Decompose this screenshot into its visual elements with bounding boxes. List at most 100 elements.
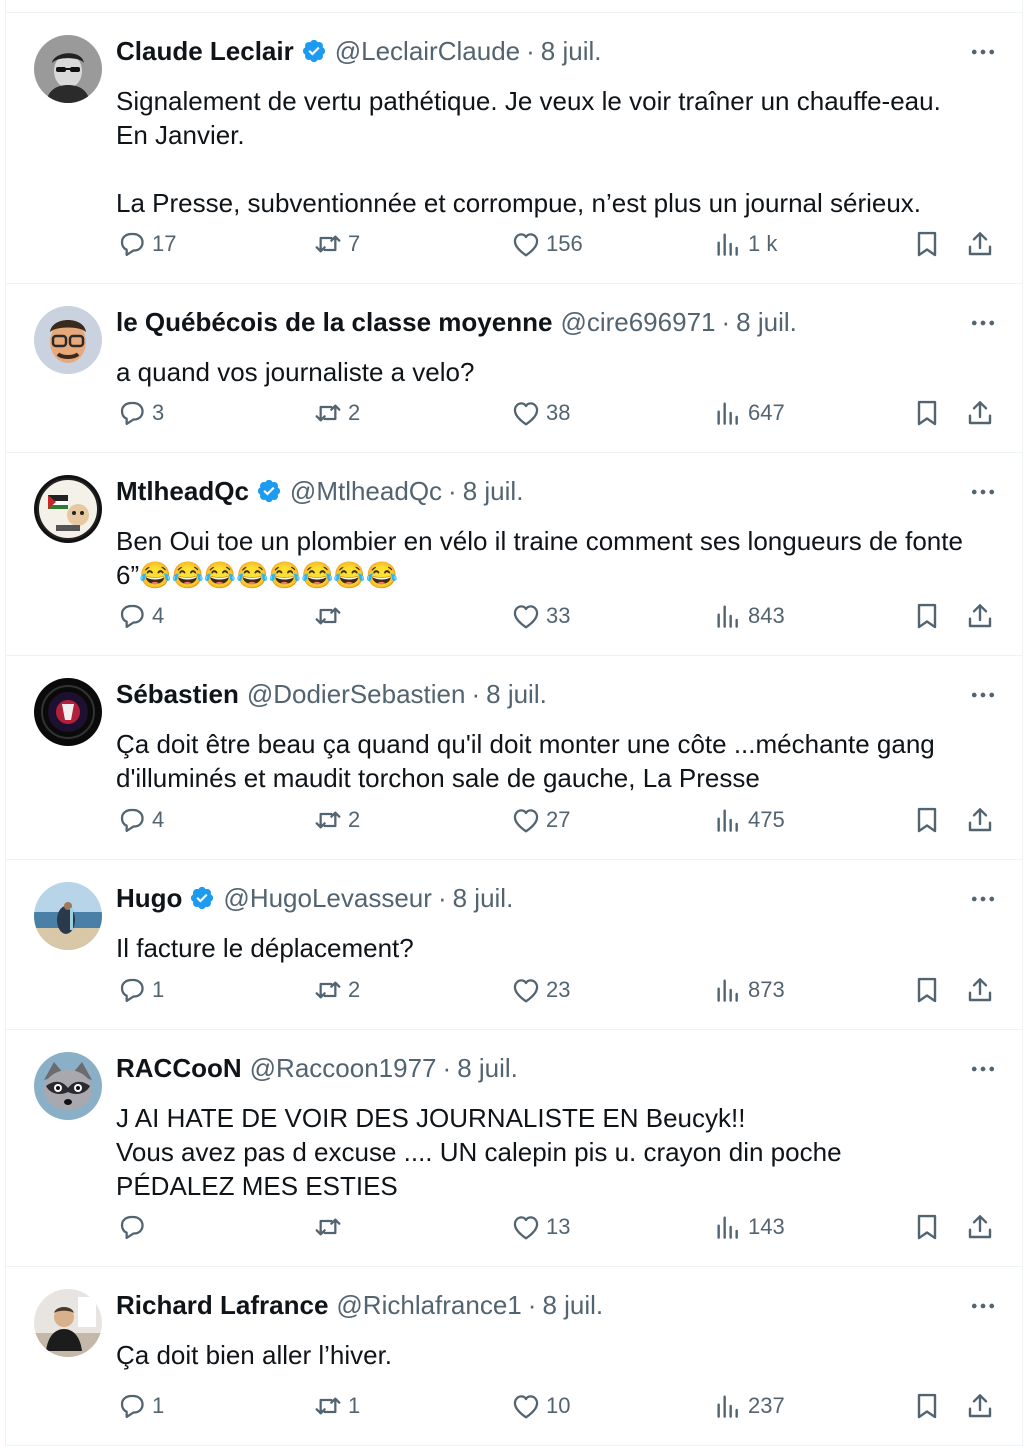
author-handle[interactable]: @MtlheadQc (290, 476, 442, 507)
tweet-date[interactable]: 8 juil. (541, 36, 602, 67)
share-button[interactable] (964, 1386, 996, 1426)
like-count: 10 (546, 1393, 571, 1418)
tweet-text: Ça doit être beau ça quand qu'il doit mo… (116, 727, 992, 795)
reply-button[interactable]: 4 (116, 800, 164, 840)
views-button[interactable]: 475 (712, 800, 785, 840)
tweet[interactable]: Richard Lafrance @Richlafrance1 · 8 juil. Ça… (6, 1267, 1022, 1446)
more-icon[interactable] (966, 35, 1000, 69)
reply-button[interactable]: 1 (116, 1386, 164, 1426)
retweet-button[interactable]: 2 (312, 393, 360, 433)
bookmark-button[interactable] (911, 596, 943, 636)
tweet-date[interactable]: 8 juil. (453, 883, 514, 914)
reply-button[interactable]: 1 (116, 970, 164, 1010)
retweet-button[interactable] (312, 596, 348, 636)
share-button[interactable] (964, 224, 996, 264)
bookmark-button[interactable] (911, 393, 943, 433)
more-icon[interactable] (966, 1289, 1000, 1323)
tweet[interactable]: le Québécois de la classe moyenne @cire69… (6, 284, 1022, 453)
retweet-button[interactable]: 7 (312, 224, 360, 264)
views-button[interactable]: 237 (712, 1386, 785, 1426)
retweet-button[interactable]: 2 (312, 800, 360, 840)
like-button[interactable]: 13 (510, 1207, 570, 1247)
author-name[interactable]: le Québécois de la classe moyenne (116, 307, 552, 338)
author-handle[interactable]: @HugoLevasseur (223, 883, 432, 914)
share-button[interactable] (964, 596, 996, 636)
tweet-date[interactable]: 8 juil. (463, 476, 524, 507)
views-button[interactable]: 873 (712, 970, 785, 1010)
author-name[interactable]: Hugo (116, 883, 182, 914)
tweet[interactable]: Hugo @HugoLevasseur · 8 juil. Il facture le … (6, 860, 1022, 1030)
tweet-actions: 1 1 10 237 (116, 1386, 1008, 1426)
views-button[interactable]: 843 (712, 596, 785, 636)
retweet-button[interactable]: 1 (312, 1386, 360, 1426)
share-button[interactable] (964, 1207, 996, 1247)
like-button[interactable]: 10 (510, 1386, 570, 1426)
reply-button[interactable]: 17 (116, 224, 176, 264)
author-handle[interactable]: @LeclairClaude (335, 36, 520, 67)
reply-count: 1 (152, 1393, 165, 1418)
more-icon[interactable] (966, 882, 1000, 916)
bookmark-button[interactable] (911, 1207, 943, 1247)
tweet-date[interactable]: 8 juil. (457, 1053, 518, 1084)
tweet[interactable]: MtlheadQc @MtlheadQc · 8 juil. Ben Oui toe u… (6, 453, 1022, 656)
like-count: 23 (546, 977, 571, 1002)
avatar[interactable] (34, 882, 102, 950)
tweet-date[interactable]: 8 juil. (486, 679, 547, 710)
like-button[interactable]: 27 (510, 800, 570, 840)
like-count: 33 (546, 603, 571, 628)
like-button[interactable]: 33 (510, 596, 570, 636)
author-name[interactable]: Claude Leclair (116, 36, 294, 67)
reply-button[interactable] (116, 1207, 152, 1247)
avatar[interactable] (34, 678, 102, 746)
tweet[interactable]: RACCooN @Raccoon1977 · 8 juil. J AI HATE DE … (6, 1030, 1022, 1267)
views-count: 1 k (748, 231, 778, 256)
bookmark-button[interactable] (911, 800, 943, 840)
tweet[interactable]: Sébastien @DodierSebastien · 8 juil. Ça doit… (6, 656, 1022, 860)
bookmark-icon (911, 397, 943, 429)
avatar[interactable] (34, 1289, 102, 1357)
share-button[interactable] (964, 800, 996, 840)
like-button[interactable]: 156 (510, 224, 583, 264)
verified-badge-icon (294, 38, 327, 64)
tweet-date[interactable]: 8 juil. (736, 307, 797, 338)
author-name[interactable]: MtlheadQc (116, 476, 249, 507)
views-button[interactable]: 647 (712, 393, 785, 433)
bookmark-button[interactable] (911, 970, 943, 1010)
tweet-text: Ça doit bien aller l’hiver. (116, 1338, 992, 1372)
reply-button[interactable]: 4 (116, 596, 164, 636)
tweet-text-line (116, 152, 992, 186)
tweet[interactable]: Claude Leclair @LeclairClaude · 8 juil. Sign… (6, 13, 1022, 284)
author-name[interactable]: Richard Lafrance (116, 1290, 328, 1321)
more-icon[interactable] (966, 475, 1000, 509)
like-button[interactable]: 38 (510, 393, 570, 433)
reply-button[interactable]: 3 (116, 393, 164, 433)
tweet-text-line: Il facture le déplacement? (116, 933, 414, 963)
more-icon[interactable] (966, 1052, 1000, 1086)
like-button[interactable]: 23 (510, 970, 570, 1010)
author-name[interactable]: Sébastien (116, 679, 239, 710)
views-count: 475 (748, 807, 785, 832)
avatar[interactable] (34, 1052, 102, 1120)
like-icon (510, 228, 542, 260)
tweet-date[interactable]: 8 juil. (542, 1290, 603, 1321)
avatar[interactable] (34, 35, 102, 103)
bookmark-button[interactable] (911, 224, 943, 264)
like-count: 38 (546, 400, 571, 425)
views-button[interactable]: 143 (712, 1207, 785, 1247)
retweet-button[interactable] (312, 1207, 348, 1247)
avatar[interactable] (34, 475, 102, 543)
author-name[interactable]: RACCooN (116, 1053, 242, 1084)
author-handle[interactable]: @Raccoon1977 (250, 1053, 437, 1084)
tweet-text-line: Ben Oui toe un plombier en vélo il train… (116, 526, 963, 556)
author-handle[interactable]: @DodierSebastien (247, 679, 466, 710)
views-button[interactable]: 1 k (712, 224, 777, 264)
avatar[interactable] (34, 306, 102, 374)
retweet-button[interactable]: 2 (312, 970, 360, 1010)
share-button[interactable] (964, 970, 996, 1010)
more-icon[interactable] (966, 306, 1000, 340)
share-button[interactable] (964, 393, 996, 433)
more-icon[interactable] (966, 678, 1000, 712)
bookmark-button[interactable] (911, 1386, 943, 1426)
author-handle[interactable]: @cire696971 (560, 307, 715, 338)
author-handle[interactable]: @Richlafrance1 (336, 1290, 521, 1321)
